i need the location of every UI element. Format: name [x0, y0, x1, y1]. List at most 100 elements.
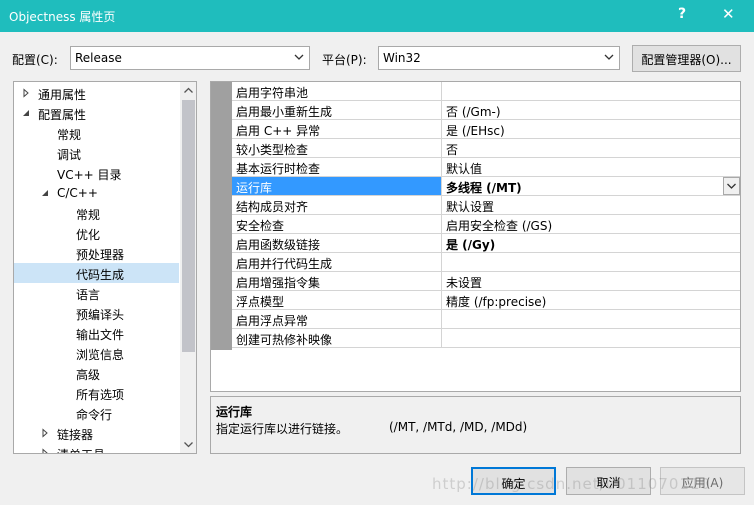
property-name-cell[interactable]: 启用浮点异常 — [232, 310, 442, 328]
tree-item-label: C/C++ — [57, 186, 98, 200]
tree-item[interactable]: 浏览信息 — [14, 343, 179, 363]
property-grid[interactable]: 启用字符串池启用最小重新生成 否 (/Gm-) 启用 C++ 异常 是 (/EHsc)… — [210, 81, 741, 392]
tree-item[interactable]: 清单工具 — [14, 443, 179, 454]
chevron-right-icon[interactable] — [21, 88, 31, 98]
tree-item[interactable]: C/C++ — [14, 183, 179, 203]
property-value-cell[interactable]: 否 (/Gm-) — [443, 101, 740, 119]
property-name-cell[interactable]: 启用字符串池 — [232, 82, 442, 100]
tree-item-label: 代码生成 — [76, 268, 125, 282]
tree-item[interactable]: 配置属性 — [14, 103, 179, 123]
property-value-cell[interactable] — [443, 82, 740, 100]
property-row[interactable]: 浮点模型 精度 (/fp:precise) — [232, 291, 740, 310]
scroll-down-icon[interactable] — [183, 439, 194, 450]
property-row[interactable]: 运行库 多线程 (/MT) — [232, 177, 740, 196]
tree-item[interactable]: 代码生成 — [14, 263, 179, 283]
tree-item-label: 常规 — [76, 208, 101, 222]
property-name: 启用最小重新生成 — [236, 105, 333, 119]
property-row[interactable]: 启用浮点异常 — [232, 310, 740, 329]
tree-item[interactable]: 链接器 — [14, 423, 179, 443]
property-row[interactable]: 创建可热修补映像 — [232, 329, 740, 348]
property-name-cell[interactable]: 结构成员对齐 — [232, 196, 442, 214]
property-value-cell[interactable]: 精度 (/fp:precise) — [443, 291, 740, 309]
property-value: 精度 (/fp:precise) — [446, 295, 547, 309]
tree-item[interactable]: 语言 — [14, 283, 179, 303]
property-value-cell[interactable] — [443, 253, 740, 271]
property-name: 运行库 — [236, 181, 273, 195]
property-row[interactable]: 结构成员对齐 默认设置 — [232, 196, 740, 215]
property-row[interactable]: 启用函数级链接 是 (/Gy) — [232, 234, 740, 253]
property-value-cell[interactable]: 否 — [443, 139, 740, 157]
chevron-down-icon[interactable] — [21, 108, 31, 118]
help-button[interactable]: ? — [678, 6, 686, 22]
property-name-cell[interactable]: 启用最小重新生成 — [232, 101, 442, 119]
tree-item[interactable]: 调试 — [14, 143, 179, 163]
property-value-cell[interactable]: 默认值 — [443, 158, 740, 176]
tree-item-label: 通用属性 — [38, 88, 87, 102]
config-select-value: Release — [75, 51, 122, 65]
tree-item[interactable]: 通用属性 — [14, 83, 179, 103]
tree-item[interactable]: 预编译头 — [14, 303, 179, 323]
property-tree[interactable]: 通用属性 配置属性 常规 调试 VC++ 目录 C/C++ 常规 优化 预处理器 代码生成 语言 预编… — [13, 81, 197, 454]
config-select[interactable]: Release — [70, 46, 310, 70]
property-value-cell[interactable] — [443, 310, 740, 328]
property-value-cell[interactable]: 默认设置 — [443, 196, 740, 214]
property-row[interactable]: 较小类型检查 否 — [232, 139, 740, 158]
tree-item-label: VC++ 目录 — [57, 168, 122, 182]
tree-item[interactable]: 高级 — [14, 363, 179, 383]
property-name: 安全检查 — [236, 219, 285, 233]
config-manager-button[interactable]: 配置管理器(O)... — [632, 45, 741, 72]
property-row[interactable]: 基本运行时检查 默认值 — [232, 158, 740, 177]
tree-item[interactable]: 命令行 — [14, 403, 179, 423]
property-value-cell[interactable]: 是 (/Gy) — [443, 234, 740, 252]
tree-item[interactable]: VC++ 目录 — [14, 163, 179, 183]
value-dropdown-button[interactable] — [723, 177, 740, 195]
property-name: 较小类型检查 — [236, 143, 309, 157]
chevron-right-icon[interactable] — [40, 428, 50, 438]
close-button[interactable]: ✕ — [722, 5, 735, 23]
scroll-thumb[interactable] — [182, 100, 195, 352]
property-name-cell[interactable]: 安全检查 — [232, 215, 442, 233]
property-value: 否 (/Gm-) — [446, 105, 501, 119]
property-value: 多线程 (/MT) — [446, 181, 522, 195]
property-name-cell[interactable]: 启用增强指令集 — [232, 272, 442, 290]
property-name-cell[interactable]: 创建可热修补映像 — [232, 329, 442, 347]
property-name: 启用 C++ 异常 — [236, 124, 321, 138]
property-row[interactable]: 启用 C++ 异常 是 (/EHsc) — [232, 120, 740, 139]
property-value-cell[interactable]: 多线程 (/MT) — [443, 177, 740, 195]
chevron-down-icon[interactable] — [40, 188, 50, 198]
property-row[interactable]: 启用并行代码生成 — [232, 253, 740, 272]
property-name-cell[interactable]: 启用函数级链接 — [232, 234, 442, 252]
property-value-cell[interactable]: 未设置 — [443, 272, 740, 290]
tree-item-label: 清单工具 — [57, 446, 105, 453]
tree-item[interactable]: 预处理器 — [14, 243, 179, 263]
property-row[interactable]: 启用增强指令集 未设置 — [232, 272, 740, 291]
chevron-down-icon — [294, 54, 304, 60]
property-name: 启用函数级链接 — [236, 238, 321, 252]
tree-item[interactable]: 优化 — [14, 223, 179, 243]
platform-select-value: Win32 — [383, 51, 421, 65]
property-name-cell[interactable]: 运行库 — [232, 177, 442, 195]
tree-item[interactable]: 常规 — [14, 123, 179, 143]
tree-scrollbar[interactable] — [180, 82, 196, 453]
property-row[interactable]: 安全检查 启用安全检查 (/GS) — [232, 215, 740, 234]
property-value-cell[interactable]: 启用安全检查 (/GS) — [443, 215, 740, 233]
tree-item[interactable]: 输出文件 — [14, 323, 179, 343]
property-name-cell[interactable]: 浮点模型 — [232, 291, 442, 309]
property-row[interactable]: 启用字符串池 — [232, 82, 740, 101]
property-value: 否 — [446, 143, 459, 157]
property-value-cell[interactable]: 是 (/EHsc) — [443, 120, 740, 138]
property-row[interactable]: 启用最小重新生成 否 (/Gm-) — [232, 101, 740, 120]
property-value-cell[interactable] — [443, 329, 740, 347]
scroll-up-icon[interactable] — [183, 85, 194, 96]
tree-item[interactable]: 常规 — [14, 203, 179, 223]
property-name-cell[interactable]: 较小类型检查 — [232, 139, 442, 157]
property-name: 浮点模型 — [236, 295, 285, 309]
platform-label: 平台(P): — [322, 53, 367, 67]
tree-item[interactable]: 所有选项 — [14, 383, 179, 403]
property-name-cell[interactable]: 启用并行代码生成 — [232, 253, 442, 271]
property-name: 启用字符串池 — [236, 86, 309, 100]
property-name-cell[interactable]: 基本运行时检查 — [232, 158, 442, 176]
property-name-cell[interactable]: 启用 C++ 异常 — [232, 120, 442, 138]
platform-select[interactable]: Win32 — [378, 46, 620, 70]
chevron-right-icon[interactable] — [40, 448, 50, 454]
